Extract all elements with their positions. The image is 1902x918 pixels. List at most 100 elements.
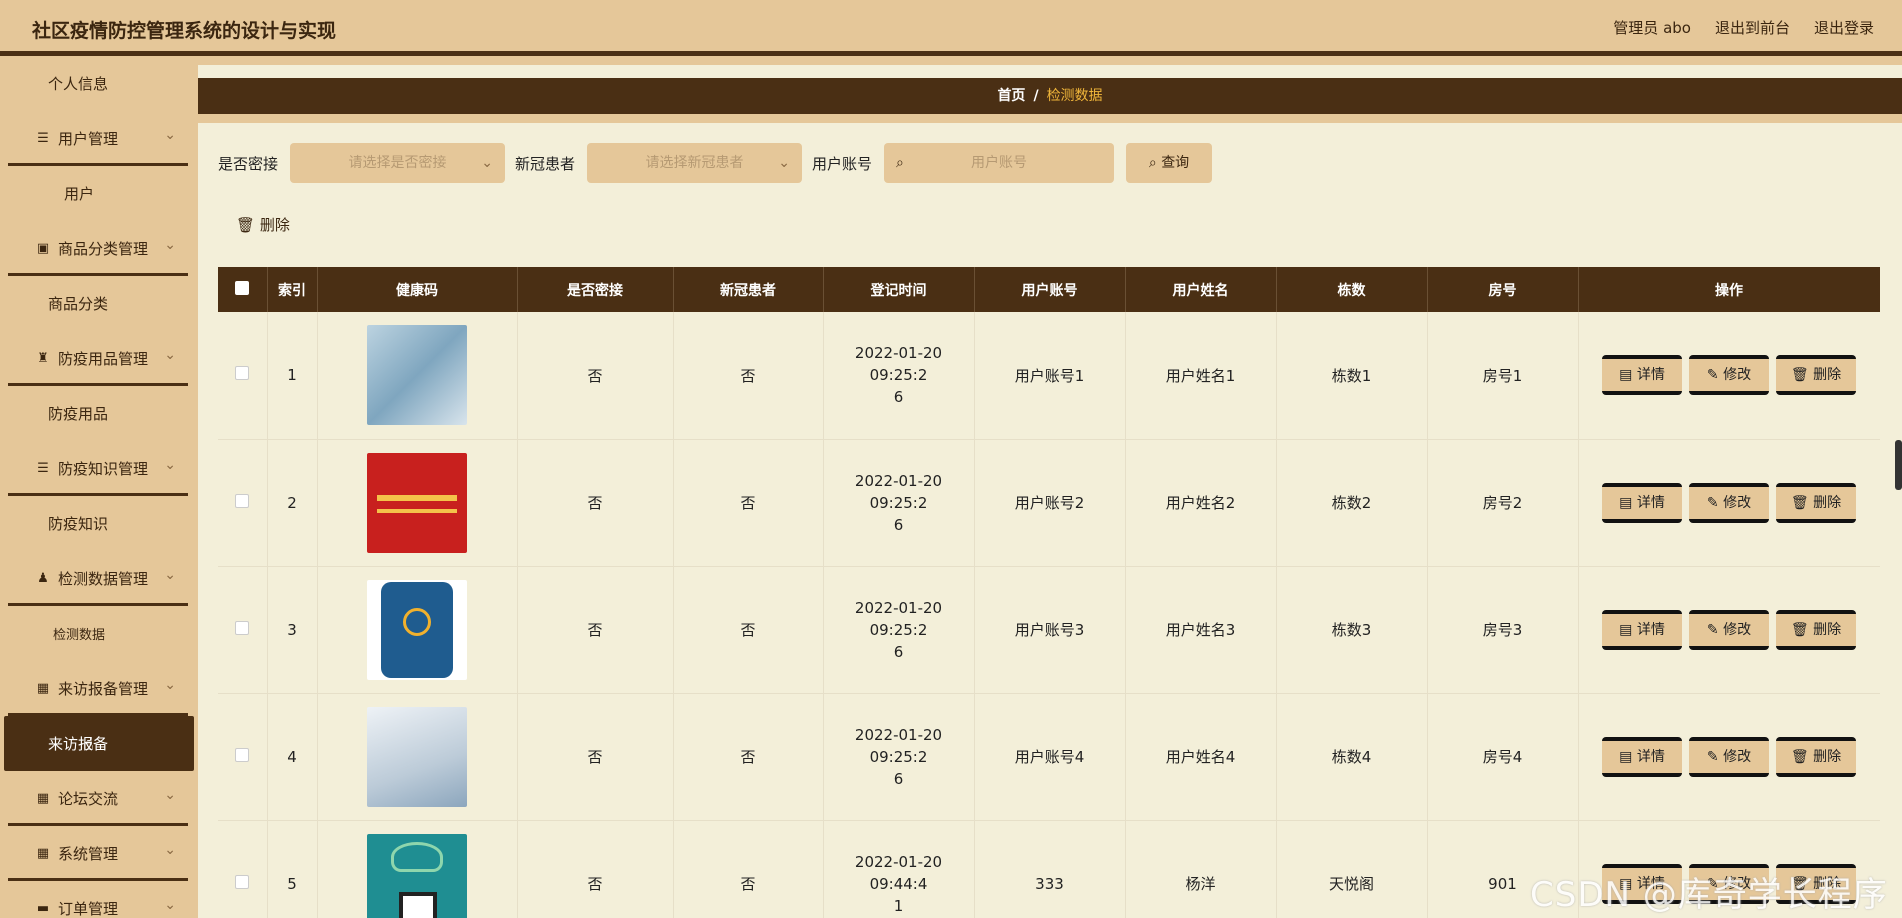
- sidebar-group-testdata[interactable]: ♟ 检测数据管理 ⌄: [0, 551, 198, 606]
- delete-label: 删除: [1813, 748, 1842, 765]
- chevron-down-icon: ⌄: [164, 567, 176, 583]
- chevron-down-icon: ⌄: [164, 897, 176, 913]
- edit-button[interactable]: ✎ 修改: [1689, 482, 1769, 523]
- cell-contact: 否: [517, 566, 674, 694]
- row-checkbox[interactable]: [218, 439, 268, 567]
- account-search-input[interactable]: ⌕ 用户账号: [884, 143, 1115, 183]
- account-input-placeholder: 用户账号: [971, 155, 1028, 171]
- cell-index: 1: [267, 312, 318, 440]
- time-part: 2022-01-20 09:44:4: [854, 852, 943, 893]
- col-contact: 是否密接: [517, 267, 674, 312]
- logout-link[interactable]: 退出登录: [1814, 17, 1874, 38]
- trash-icon: 🗑: [236, 216, 260, 234]
- delete-label: 删除: [1813, 621, 1842, 638]
- cell-room: 房号4: [1427, 693, 1579, 821]
- delete-button[interactable]: 🗑 删除: [1776, 355, 1856, 396]
- sidebar-group-knowledge[interactable]: ☰ 防疫知识管理 ⌄: [0, 441, 198, 496]
- query-button[interactable]: ⌕ 查询: [1126, 143, 1213, 183]
- cell-patient: 否: [673, 439, 824, 567]
- sidebar-item-label: 来访报备管理: [58, 680, 149, 698]
- edit-button[interactable]: ✎ 修改: [1689, 355, 1769, 396]
- sidebar-item-user[interactable]: 用户: [0, 166, 198, 221]
- breadcrumb-home[interactable]: 首页: [997, 88, 1025, 104]
- detail-button[interactable]: ▤ 详情: [1602, 736, 1682, 777]
- col-room: 房号: [1427, 267, 1579, 312]
- sidebar-item-category[interactable]: 商品分类: [0, 276, 198, 331]
- col-account: 用户账号: [974, 267, 1126, 312]
- row-checkbox[interactable]: [218, 693, 268, 821]
- detail-button[interactable]: ▤ 详情: [1602, 355, 1682, 396]
- edit-button[interactable]: ✎ 修改: [1689, 736, 1769, 777]
- col-actions: 操作: [1578, 267, 1880, 312]
- sidebar-item-label: 防疫知识管理: [58, 460, 149, 478]
- cell-health-code: [317, 439, 518, 567]
- sidebar-item-label: 检测数据管理: [58, 570, 149, 588]
- cell-health-code: [317, 693, 518, 821]
- contact-select[interactable]: 请选择是否密接 ⌄: [290, 143, 506, 183]
- sidebar-group-orders[interactable]: ▬ 订单管理 ⌄: [0, 881, 198, 918]
- cell-room: 房号2: [1427, 439, 1579, 567]
- edit-button[interactable]: ✎ 修改: [1689, 609, 1769, 650]
- sidebar-group-visits[interactable]: ▦ 来访报备管理 ⌄: [0, 661, 198, 716]
- batch-delete-button[interactable]: 🗑 删除: [236, 214, 290, 235]
- sidebar-group-category[interactable]: ▣ 商品分类管理 ⌄: [0, 221, 198, 276]
- cell-index: 4: [267, 693, 318, 821]
- cell-health-code: [317, 820, 518, 918]
- sidebar-group-forum[interactable]: ▦ 论坛交流 ⌄: [0, 771, 198, 826]
- sidebar-item-supplies[interactable]: 防疫用品: [0, 386, 198, 441]
- patient-select[interactable]: 请选择新冠患者 ⌄: [587, 143, 803, 183]
- detail-label: 详情: [1636, 367, 1665, 384]
- row-checkbox[interactable]: [218, 820, 268, 918]
- time-part: 1: [893, 896, 904, 915]
- clipboard-icon: ▣: [36, 241, 50, 256]
- cell-contact: 否: [517, 820, 674, 918]
- sidebar-item-label: 用户: [64, 185, 95, 203]
- pencil-icon: ✎: [1706, 367, 1724, 384]
- time-part: 6: [893, 388, 904, 407]
- time-part: 2022-01-20 09:25:2: [854, 471, 943, 512]
- header-links: 管理员 abo 退出到前台 退出登录: [1613, 17, 1874, 38]
- grid-icon: ▦: [36, 791, 50, 806]
- col-patient: 新冠患者: [673, 267, 824, 312]
- search-icon: ⌕: [896, 155, 904, 171]
- sidebar-item-visits[interactable]: 来访报备: [4, 716, 194, 771]
- select-all-checkbox[interactable]: [218, 267, 268, 312]
- data-table-wrapper: 索引 健康码 是否密接 新冠患者 登记时间 用户账号 用户姓名 栋数 房号 操作…: [218, 267, 1880, 918]
- sidebar-item-label: 防疫用品: [48, 405, 109, 423]
- delete-button[interactable]: 🗑 删除: [1776, 482, 1856, 523]
- sidebar-group-system[interactable]: ▦ 系统管理 ⌄: [0, 826, 198, 881]
- stamp-icon: ♜: [37, 351, 49, 366]
- cell-actions: ▤ 详情 ✎ 修改 🗑 删除: [1578, 439, 1880, 567]
- scrollbar-thumb[interactable]: [1895, 440, 1902, 490]
- cell-patient: 否: [673, 820, 824, 918]
- health-code-image: [367, 833, 467, 918]
- cell-actions: ▤ 详情 ✎ 修改 🗑 删除: [1578, 312, 1880, 440]
- row-checkbox[interactable]: [218, 566, 268, 694]
- row-checkbox[interactable]: [218, 312, 268, 440]
- back-to-front-link[interactable]: 退出到前台: [1715, 17, 1790, 38]
- cell-index: 5: [267, 820, 318, 918]
- document-icon: ▤: [1619, 367, 1637, 384]
- col-building: 栋数: [1276, 267, 1428, 312]
- cell-account: 用户账号3: [974, 566, 1126, 694]
- delete-button[interactable]: 🗑 删除: [1776, 736, 1856, 777]
- table-row: 2 否否 2022-01-20 09:25:2 6 用户账号2 用户姓名2 栋数2 房号2 ▤ …: [218, 439, 1880, 567]
- sidebar-item-profile[interactable]: 个人信息: [0, 56, 198, 111]
- sidebar-item-testdata[interactable]: 检测数据: [0, 606, 198, 661]
- time-part: 2022-01-20 09:25:2: [854, 598, 943, 639]
- sidebar-group-supplies[interactable]: ♜ 防疫用品管理 ⌄: [0, 331, 198, 386]
- sidebar-item-label: 用户管理: [58, 130, 119, 148]
- cell-health-code: [317, 566, 518, 694]
- cell-name: 用户姓名2: [1125, 439, 1277, 567]
- cell-building: 天悦阁: [1276, 820, 1428, 918]
- detail-button[interactable]: ▤ 详情: [1602, 609, 1682, 650]
- cell-name: 用户姓名3: [1125, 566, 1277, 694]
- delete-button[interactable]: 🗑 删除: [1776, 609, 1856, 650]
- sidebar-group-users[interactable]: ☰ 用户管理 ⌄: [0, 111, 198, 166]
- query-button-label: 查询: [1161, 155, 1190, 171]
- sidebar-item-knowledge[interactable]: 防疫知识: [0, 496, 198, 551]
- detail-button[interactable]: ▤ 详情: [1602, 482, 1682, 523]
- document-icon: ▤: [1619, 621, 1637, 638]
- sidebar-item-label: 防疫知识: [48, 515, 109, 533]
- checkbox-icon: [235, 280, 250, 295]
